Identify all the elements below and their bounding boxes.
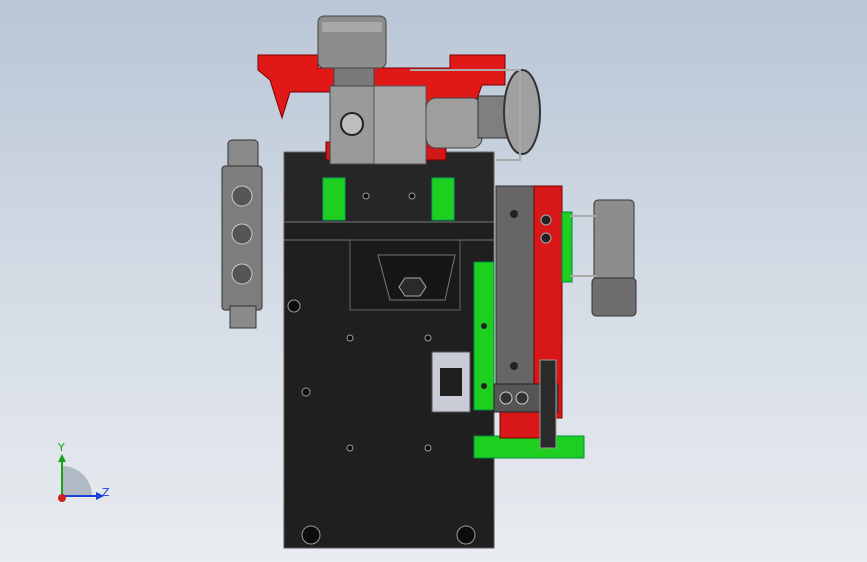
triad-quadrant — [62, 466, 92, 496]
threaded-fitting — [425, 97, 483, 149]
left-fitting-top — [227, 139, 259, 169]
green-bottom-bar — [473, 435, 585, 459]
x-axis-point — [58, 494, 66, 502]
cad-viewport[interactable]: Y Z — [0, 0, 867, 562]
green-block-left — [322, 177, 346, 221]
right-solenoid — [593, 199, 635, 281]
assembly-model[interactable] — [0, 0, 867, 562]
green-block-right — [431, 177, 455, 221]
hex-nut — [398, 277, 427, 297]
green-side-bracket — [561, 211, 573, 283]
handwheel — [503, 69, 541, 155]
y-axis-label: Y — [58, 441, 65, 454]
z-axis-label: Z — [102, 486, 110, 499]
axis-triad — [58, 454, 104, 502]
